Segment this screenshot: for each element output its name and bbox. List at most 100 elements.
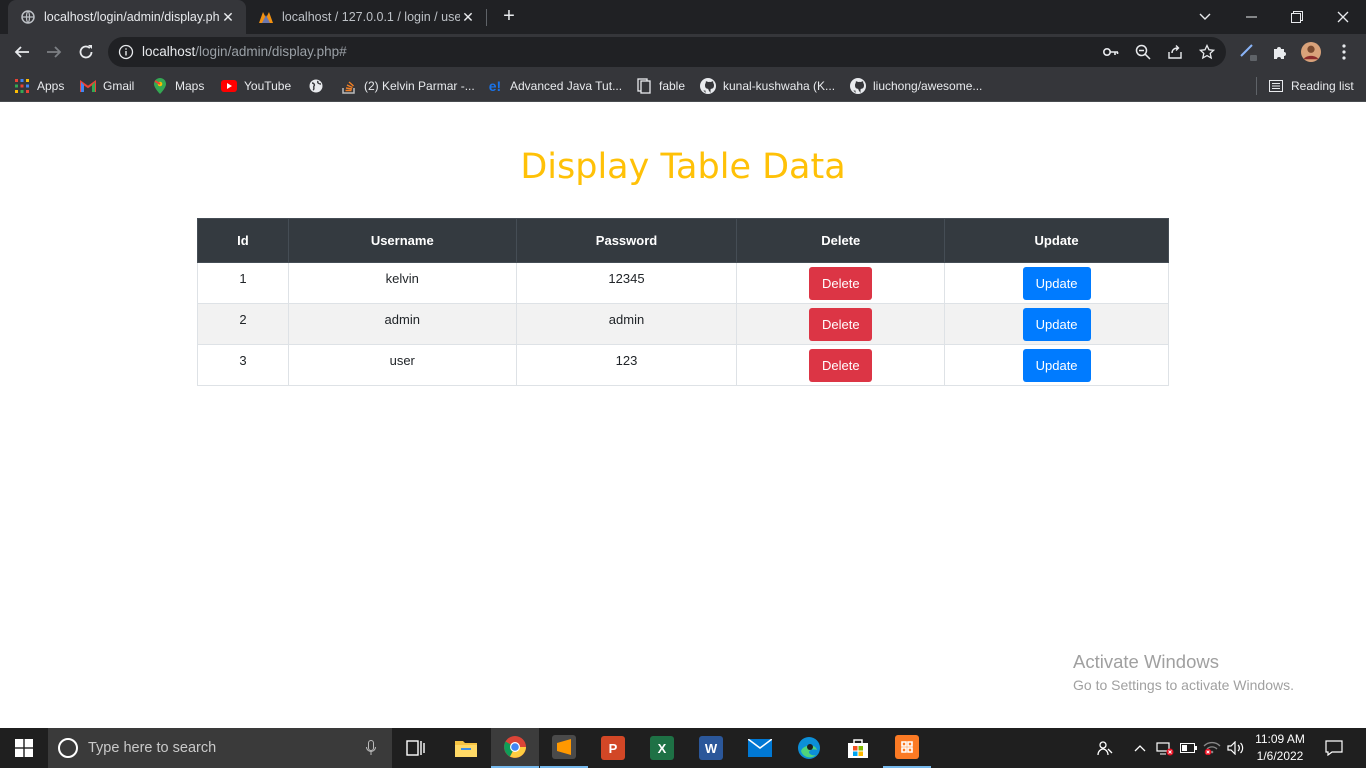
- profile-avatar[interactable]: [1301, 42, 1321, 62]
- update-button[interactable]: Update: [1022, 349, 1091, 382]
- apps-grid-icon: [14, 78, 30, 94]
- task-view-button[interactable]: [392, 728, 440, 768]
- browser-toolbar: localhost/login/admin/display.php#: [0, 34, 1366, 70]
- close-window-button[interactable]: [1320, 0, 1366, 34]
- update-button[interactable]: Update: [1022, 308, 1091, 341]
- bookmark-kunal[interactable]: kunal-kushwaha (K...: [700, 76, 835, 96]
- sublime-text-button[interactable]: [540, 728, 588, 768]
- watermark-title: Activate Windows: [1073, 651, 1219, 672]
- bookmark-label: kunal-kushwaha (K...: [723, 79, 836, 93]
- users-table: Id Username Password Delete Update 1 kel…: [197, 218, 1169, 386]
- people-icon[interactable]: [1094, 728, 1116, 768]
- close-tab-icon[interactable]: ✕: [460, 9, 476, 25]
- bookmark-apps[interactable]: Apps: [14, 76, 64, 96]
- bookmark-youtube[interactable]: YouTube: [221, 76, 291, 96]
- back-button[interactable]: [10, 40, 34, 64]
- header-delete: Delete: [736, 218, 946, 263]
- network-icon[interactable]: [1154, 728, 1176, 768]
- bookmark-java[interactable]: e! Advanced Java Tut...: [487, 76, 622, 96]
- forward-button[interactable]: [42, 40, 66, 64]
- minimize-button[interactable]: [1228, 0, 1274, 34]
- delete-button[interactable]: Delete: [809, 308, 873, 341]
- search-placeholder: Type here to search: [88, 740, 217, 756]
- table-header-row: Id Username Password Delete Update: [197, 218, 1169, 263]
- tab-title: localhost/login/admin/display.ph: [44, 10, 220, 24]
- volume-icon[interactable]: [1225, 728, 1247, 768]
- edge-button[interactable]: [785, 728, 833, 768]
- zoom-icon[interactable]: [1134, 43, 1152, 61]
- github-icon: [700, 78, 716, 94]
- close-tab-icon[interactable]: ✕: [220, 9, 236, 25]
- bookmark-kelvin[interactable]: (2) Kelvin Parmar -...: [341, 76, 475, 96]
- reload-button[interactable]: [74, 40, 98, 64]
- bookmark-label: liuchong/awesome...: [873, 79, 983, 93]
- menu-kebab-icon[interactable]: [1334, 42, 1354, 62]
- microphone-icon[interactable]: [364, 738, 378, 758]
- cell-password: 123: [515, 344, 738, 386]
- notification-center-icon[interactable]: [1320, 728, 1348, 768]
- excel-button[interactable]: X: [638, 728, 686, 768]
- globe-icon: [20, 9, 36, 25]
- cell-password: 12345: [515, 262, 738, 304]
- bookmark-gmail[interactable]: Gmail: [80, 76, 134, 96]
- task-view-icon: [406, 740, 425, 756]
- pen-extension-icon[interactable]: [1238, 42, 1258, 62]
- sublime-icon: [552, 735, 576, 759]
- bookmark-fable[interactable]: fable: [636, 76, 685, 96]
- file-explorer-button[interactable]: [442, 728, 490, 768]
- address-bar[interactable]: localhost/login/admin/display.php#: [108, 37, 1226, 67]
- header-update: Update: [944, 218, 1169, 263]
- bookmark-maps[interactable]: Maps: [152, 76, 204, 96]
- bookmark-globe[interactable]: [308, 76, 331, 96]
- puzzle-extensions-icon[interactable]: [1270, 42, 1290, 62]
- url-text: localhost/login/admin/display.php#: [142, 44, 347, 59]
- start-button[interactable]: [0, 728, 48, 768]
- page-title: Display Table Data: [520, 147, 846, 187]
- tab-search-icon[interactable]: [1182, 0, 1228, 34]
- bookmark-label: YouTube: [244, 79, 292, 93]
- bookmark-star-icon[interactable]: [1198, 43, 1216, 61]
- phpmyadmin-icon: [258, 9, 274, 25]
- bookmark-label: Advanced Java Tut...: [510, 79, 623, 93]
- tab-title: localhost / 127.0.0.1 / login / user: [282, 10, 460, 24]
- stackoverflow-icon: [341, 78, 357, 94]
- cell-id: 2: [197, 303, 289, 345]
- delete-button[interactable]: Delete: [809, 349, 873, 382]
- cell-delete: Delete: [736, 262, 946, 304]
- bookmark-label: fable: [659, 79, 686, 93]
- update-button[interactable]: Update: [1022, 267, 1091, 300]
- taskbar-search-box[interactable]: Type here to search: [48, 728, 392, 768]
- table-row: 2 admin admin Delete Update: [197, 303, 1169, 345]
- delete-button[interactable]: Delete: [809, 267, 873, 300]
- info-icon[interactable]: [118, 44, 134, 60]
- bookmark-liuchong[interactable]: liuchong/awesome...: [850, 76, 982, 96]
- windows-logo-icon: [15, 739, 33, 757]
- taskbar-clock[interactable]: 11:09 AM 1/6/2022: [1250, 731, 1310, 765]
- chrome-taskbar-button[interactable]: [491, 728, 539, 768]
- tab-strip: localhost/login/admin/display.ph ✕ local…: [0, 0, 1366, 34]
- share-icon[interactable]: [1166, 43, 1184, 61]
- mail-button[interactable]: [736, 728, 784, 768]
- new-tab-button[interactable]: +: [498, 6, 520, 28]
- reading-list-button[interactable]: Reading list: [1268, 76, 1354, 96]
- powerpoint-button[interactable]: P: [589, 728, 637, 768]
- key-icon[interactable]: [1102, 43, 1120, 61]
- mail-icon: [748, 739, 772, 757]
- xampp-button[interactable]: [883, 728, 931, 768]
- page-icon: [636, 78, 652, 94]
- globe-icon: [308, 78, 324, 94]
- reading-list-icon: [1268, 78, 1284, 94]
- word-button[interactable]: W: [687, 728, 735, 768]
- restore-button[interactable]: [1274, 0, 1320, 34]
- store-button[interactable]: [834, 728, 882, 768]
- page-content: Display Table Data Id Username Password …: [0, 103, 1366, 728]
- battery-icon[interactable]: [1178, 728, 1200, 768]
- wifi-off-icon[interactable]: [1202, 728, 1222, 768]
- cell-username: kelvin: [287, 262, 517, 304]
- gmail-icon: [80, 78, 96, 94]
- chevron-up-icon[interactable]: [1130, 728, 1150, 768]
- tab-phpmyadmin[interactable]: localhost / 127.0.0.1 / login / user ✕: [250, 0, 486, 34]
- store-icon: [848, 739, 868, 758]
- edge-icon: [798, 737, 820, 759]
- tab-display[interactable]: localhost/login/admin/display.ph ✕: [8, 0, 246, 34]
